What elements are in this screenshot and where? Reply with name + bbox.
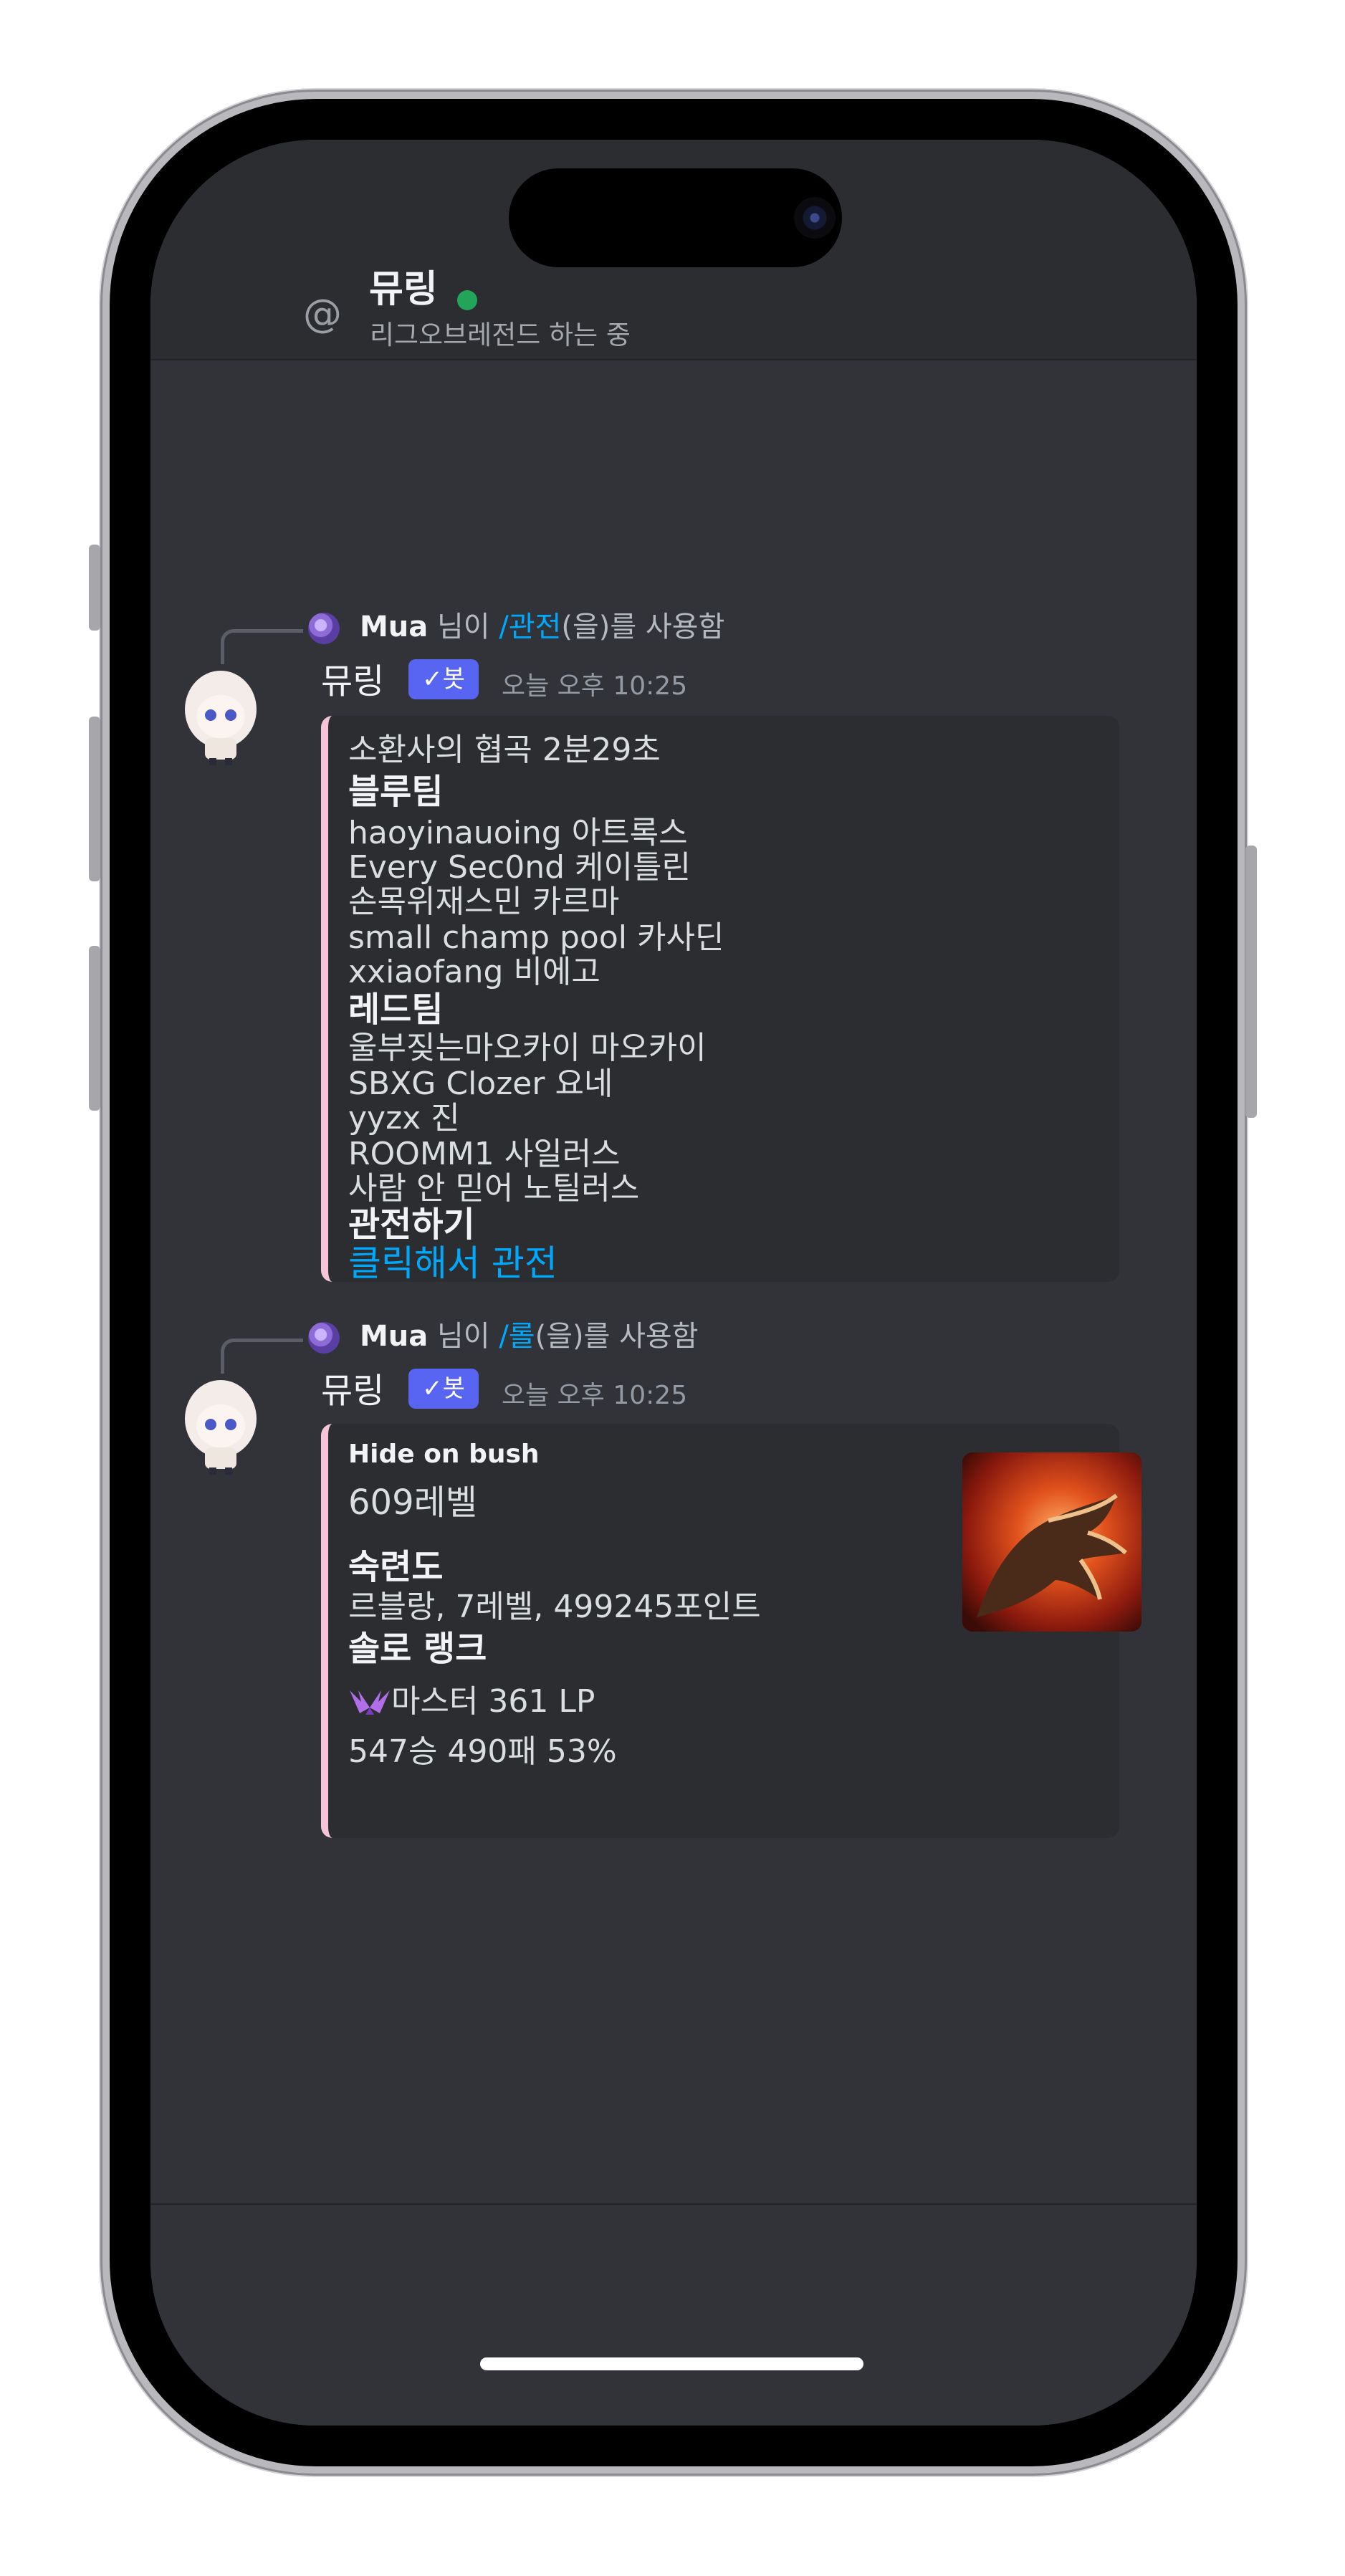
embed-field-title: 숙련도 [348,1547,444,1587]
phone-side-button [89,717,100,881]
reply-user-avatar[interactable] [308,613,340,644]
composer-area [150,2205,1197,2426]
dynamic-island [509,168,842,267]
reply-user-avatar[interactable] [308,1322,340,1354]
reply-connector [221,629,303,664]
embed-author[interactable]: Hide on bush [348,1438,540,1471]
embed-field-value: 사람 안 믿어 노틸러스 [348,1170,640,1207]
reply-preview[interactable]: Mua 님이 /관전(을)를 사용함 [360,609,724,645]
embed-field-value: 547승 490패 53% [348,1733,617,1770]
phone-side-button [89,946,100,1111]
reply-connector [221,1339,303,1374]
reply-user-name: Mua [360,1320,429,1353]
message-author[interactable]: 뮤링 [321,1370,384,1412]
at-sign-icon: @ [303,291,342,336]
champion-thumbnail[interactable] [962,1452,1141,1632]
master-emblem-icon [350,1690,390,1715]
online-status-icon [457,290,477,310]
embed-field-value: 르블랑, 7레벨, 499245포인트 [348,1589,761,1625]
embed-description: 609레벨 [348,1483,477,1523]
rank-value: 마스터 361 LP [348,1682,595,1722]
bot-avatar[interactable] [178,666,264,767]
message-author[interactable]: 뮤링 [321,661,384,702]
dm-user-name[interactable]: 뮤링 [369,267,438,312]
user-activity-status: 리그오브레전드 하는 중 [370,320,631,350]
embed-field-value: yyzx 진 [348,1100,460,1136]
phone-side-button [89,545,100,631]
message-timestamp: 오늘 오후 10:25 [502,671,688,701]
bot-tag: ✓봇 [408,659,479,699]
embed-field-value: 손목위재스민 카르마 [348,884,620,920]
embed-description: 소환사의 협곡 2분29초 [348,732,661,768]
reply-suffix: (을)를 사용함 [535,1320,699,1353]
reply-command: /관전 [499,611,562,643]
reply-prefix: 님이 [428,1320,499,1353]
embed-field-title: 솔로 랭크 [348,1629,487,1669]
summoner-embed: Hide on bush 609레벨 숙련도 르블랑, 7레벨, 499245포… [321,1424,1141,1838]
bot-tag: ✓봇 [408,1369,479,1409]
embed-field-title: 블루팀 [348,772,444,812]
message-timestamp: 오늘 오후 10:25 [502,1381,688,1410]
embed-field-value: xxiaofang 비에고 [348,954,600,990]
reply-command: /롤 [499,1320,535,1353]
header-divider [150,359,1197,360]
embed-field-title: 레드팀 [348,990,444,1030]
reply-preview[interactable]: Mua 님이 /롤(을)를 사용함 [360,1318,699,1354]
reply-suffix: (을)를 사용함 [561,611,725,643]
spectate-link[interactable]: 클릭해서 관전 [348,1243,557,1283]
front-camera-icon [794,197,836,239]
match-embed: 소환사의 협곡 2분29초 블루팀 haoyinauoing 아트록스 Ever… [321,716,1119,1283]
reply-prefix: 님이 [428,611,499,643]
bot-avatar[interactable] [178,1376,264,1476]
rank-text: 마스터 361 LP [391,1683,595,1720]
phone-power-button [1245,846,1257,1118]
home-indicator[interactable] [480,2357,863,2370]
embed-field-title: 관전하기 [348,1205,475,1245]
app-screen: @ 뮤링 리그오브레전드 하는 중 Mua 님이 /관전(을)를 사용함 뮤링 … [150,140,1197,2426]
reply-user-name: Mua [360,611,429,643]
embed-field-value: 울부짖는마오카이 마오카이 [348,1030,707,1066]
